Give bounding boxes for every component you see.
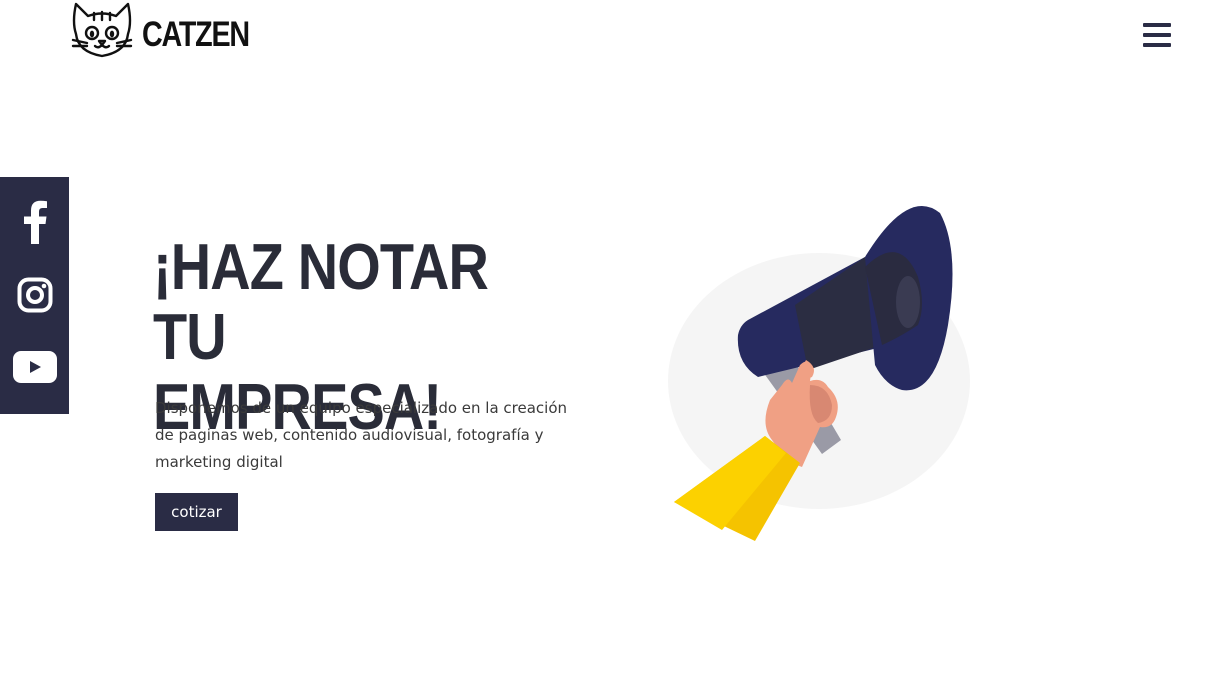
instagram-link[interactable] [0,265,69,325]
facebook-link[interactable] [0,192,69,252]
youtube-icon [12,351,57,383]
social-sidebar [0,177,69,414]
brand-name: CATZEN [142,15,250,54]
hero-title-line-1: ¡HAZ NOTAR TU [153,230,489,373]
instagram-icon [17,277,52,313]
megaphone-hand-illustration [668,205,970,541]
cotizar-button[interactable]: cotizar [155,493,238,531]
menu-line [1143,43,1171,47]
youtube-link[interactable] [0,337,69,397]
cat-face-icon [71,2,133,58]
facebook-icon [23,200,47,244]
hero-description: Disponemos de un equipo especializado en… [155,399,568,471]
menu-line [1143,23,1171,27]
brand-logo-link[interactable]: CATZEN [70,0,272,62]
hamburger-menu-button[interactable] [1138,18,1176,52]
menu-line [1143,33,1171,37]
landing-page: CATZEN ¡HAZ NOTAR TU EMPRESA! Disponemos… [0,0,1216,689]
